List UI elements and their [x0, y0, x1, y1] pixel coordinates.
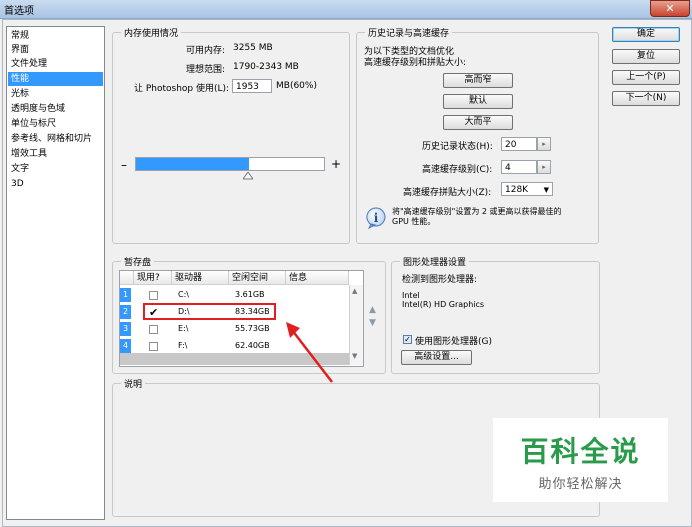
sidebar-item-general[interactable]: 常规	[11, 29, 29, 43]
watermark-subtitle: 助你轻松解决	[538, 477, 623, 492]
vertical-scrollbar[interactable]: ▲ ▼	[349, 285, 363, 365]
memory-slider-thumb[interactable]	[243, 172, 253, 180]
table-header-info[interactable]: 信息	[286, 271, 349, 285]
window-title: 首选项	[4, 6, 34, 17]
svg-text:i: i	[374, 211, 379, 225]
let-photoshop-use-label: 让 Photoshop 使用(L):	[134, 84, 230, 94]
cache-tile-size-value: 128K	[505, 185, 529, 195]
title-bar	[0, 0, 692, 19]
table-header-index	[120, 271, 134, 285]
ok-button[interactable]: 确定	[612, 27, 680, 42]
sidebar-item-cursors[interactable]: 光标	[11, 87, 29, 101]
history-desc-line2: 高速缓存级别和拼贴大小:	[364, 58, 467, 68]
row-number: 3	[120, 322, 131, 336]
sidebar-item-type[interactable]: 文字	[11, 162, 29, 176]
free-space-cell: 62.40GB	[235, 341, 270, 350]
scratch-disks-legend: 暂存盘	[124, 258, 152, 268]
sidebar-item-performance[interactable]: 性能	[8, 72, 103, 86]
default-button[interactable]: 默认	[443, 94, 513, 109]
active-checkbox[interactable]	[149, 291, 158, 300]
chevron-down-icon: ▼	[543, 186, 549, 194]
cache-levels-label: 高速缓存级别(C):	[422, 165, 493, 175]
memory-usage-group: 内存使用情况	[112, 26, 350, 244]
scroll-up-icon[interactable]: ▲	[352, 287, 357, 295]
memory-slider-track[interactable]	[135, 157, 325, 171]
drive-cell: F:\	[178, 341, 188, 350]
gpu-vendor: Intel	[402, 291, 420, 300]
watermark: 百科全说 助你轻松解决	[493, 418, 668, 502]
watermark-title: 百科全说	[520, 435, 641, 468]
cache-levels-input[interactable]: 4	[501, 160, 537, 174]
highlight-box	[143, 303, 276, 320]
sidebar-item-units[interactable]: 单位与标尺	[11, 117, 56, 131]
available-ram-value: 3255 MB	[233, 43, 273, 53]
ideal-range-value: 1790-2343 MB	[233, 62, 299, 72]
drive-cell: C:\	[178, 290, 189, 299]
close-button[interactable]: ✕	[650, 0, 690, 17]
history-states-spinner[interactable]: ▸	[537, 137, 551, 151]
category-list: 常规 界面 文件处理 性能 光标 透明度与色域 单位与标尺 参考线、网格和切片 …	[6, 26, 105, 520]
table-header-active[interactable]: 现用?	[134, 271, 172, 285]
sidebar-item-guides[interactable]: 参考线、网格和切片	[11, 132, 92, 146]
row-number: 2	[120, 305, 131, 319]
row-number: 4	[120, 339, 131, 353]
gpu-detected-label: 检测到图形处理器:	[402, 275, 478, 285]
info-icon: i	[366, 207, 386, 229]
sidebar-item-3d[interactable]: 3D	[11, 177, 24, 191]
history-states-input[interactable]: 20	[501, 137, 537, 151]
previous-button[interactable]: 上一个(P)	[612, 70, 680, 85]
tall-thin-button[interactable]: 高而窄	[443, 73, 513, 88]
memory-unit-label: MB(60%)	[276, 81, 317, 91]
active-checkbox[interactable]	[149, 342, 158, 351]
move-down-icon[interactable]: ▼	[369, 318, 376, 328]
gpu-model: Intel(R) HD Graphics	[402, 300, 485, 309]
use-gpu-label: 使用图形处理器(G)	[415, 337, 492, 347]
use-gpu-checkbox[interactable]: ✓	[403, 335, 412, 344]
annotation-arrow-icon	[286, 322, 333, 383]
cache-tile-size-label: 高速缓存拼贴大小(Z):	[403, 188, 492, 198]
sidebar-item-interface[interactable]: 界面	[11, 43, 29, 57]
cache-tile-size-select[interactable]: 128K ▼	[501, 182, 553, 196]
memory-slider-fill	[136, 158, 249, 170]
free-space-cell: 3.61GB	[235, 290, 265, 299]
active-checkbox[interactable]	[149, 325, 158, 334]
memory-usage-legend: 内存使用情况	[124, 29, 179, 39]
next-button[interactable]: 下一个(N)	[612, 91, 680, 106]
history-cache-legend: 历史记录与高速缓存	[368, 29, 450, 39]
memory-plus-label: +	[331, 157, 342, 171]
drive-cell: E:\	[178, 324, 189, 333]
ideal-range-label: 理想范围:	[186, 65, 226, 75]
history-states-label: 历史记录状态(H):	[422, 142, 493, 152]
reset-button[interactable]: 复位	[612, 49, 680, 64]
scroll-down-icon[interactable]: ▼	[352, 352, 357, 360]
description-legend: 说明	[124, 380, 143, 390]
move-up-icon[interactable]: ▲	[369, 305, 376, 315]
sidebar-item-transparency[interactable]: 透明度与色域	[11, 102, 65, 116]
sidebar-item-plugins[interactable]: 增效工具	[11, 147, 47, 161]
table-header-drive[interactable]: 驱动器	[172, 271, 229, 285]
advanced-settings-button[interactable]: 高级设置...	[401, 350, 472, 365]
cache-levels-spinner[interactable]: ▸	[537, 160, 551, 174]
big-flat-button[interactable]: 大而平	[443, 115, 513, 130]
memory-minus-label: –	[121, 158, 127, 172]
table-header-free-space[interactable]: 空闲空间	[229, 271, 286, 285]
free-space-cell: 55.73GB	[235, 324, 270, 333]
sidebar-item-file-handling[interactable]: 文件处理	[11, 57, 47, 71]
memory-amount-input[interactable]: 1953	[232, 79, 272, 93]
row-number: 1	[120, 288, 131, 302]
available-ram-label: 可用内存:	[186, 46, 226, 56]
gpu-settings-legend: 图形处理器设置	[403, 258, 467, 268]
gpu-tip-line2: GPU 性能。	[392, 217, 436, 226]
